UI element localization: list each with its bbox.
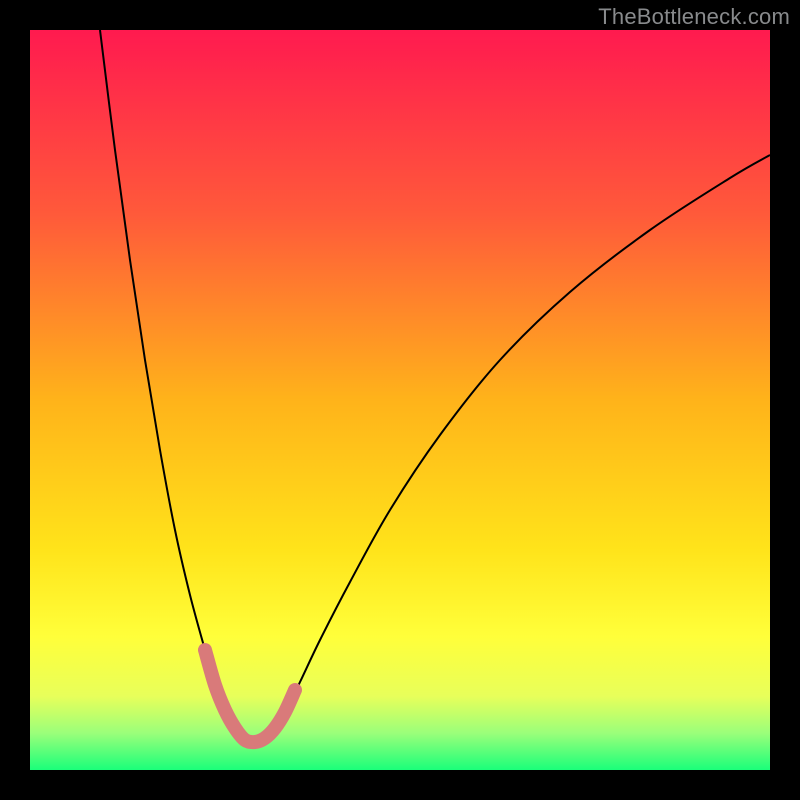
curve-layer (30, 30, 770, 770)
highlight-segment (205, 650, 295, 742)
bottleneck-curve (100, 30, 770, 742)
chart-frame: TheBottleneck.com (0, 0, 800, 800)
watermark-text: TheBottleneck.com (598, 4, 790, 30)
plot-area (30, 30, 770, 770)
